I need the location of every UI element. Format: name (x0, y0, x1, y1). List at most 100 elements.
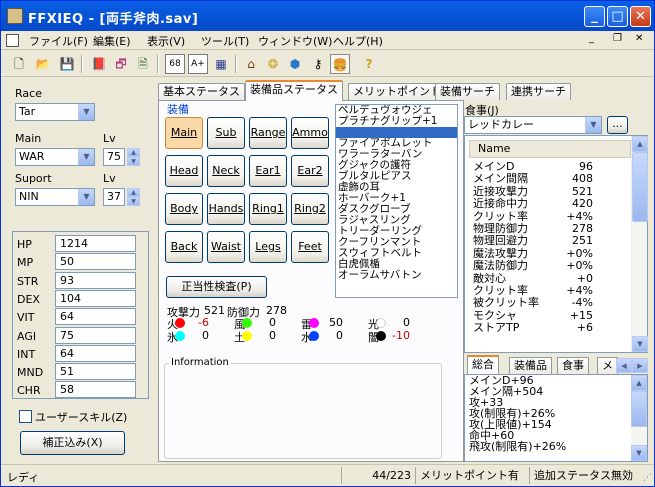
equipment-list[interactable]: ペルデュヴォウジェ プラチナグリップ+1 ファイアボムレット ワラーラターバン グジャク… (335, 104, 458, 298)
subtab-summary[interactable]: 総合 (467, 355, 499, 375)
equipment-list-item[interactable]: オーラムサバトン (336, 270, 457, 281)
main-lv-input[interactable]: 75 (103, 148, 125, 166)
food-stat-row[interactable]: 魔法攻撃力 +0% (473, 247, 631, 260)
food-stat-row[interactable]: 魔法防御力 +0% (473, 260, 631, 272)
export-icon[interactable]: 🗎 (133, 54, 153, 74)
user-skill-checkbox[interactable] (19, 410, 32, 423)
book-icon[interactable]: 📕 (89, 54, 109, 74)
tab-skillchain-search[interactable]: 連携サーチ (506, 83, 571, 100)
house-icon[interactable]: ⌂ (241, 54, 261, 74)
maximize-button[interactable]: □ (607, 6, 628, 27)
name-column-header[interactable]: Name (469, 140, 631, 158)
slot-hands-button[interactable]: Hands (207, 193, 245, 225)
chevron-down-icon[interactable]: ▼ (78, 189, 94, 205)
slot-head-button[interactable]: Head (165, 155, 203, 187)
scroll-thumb[interactable] (631, 391, 647, 427)
food-stat-row[interactable]: メイン間隔 408 (473, 173, 631, 185)
tab-equip-search[interactable]: 装備サーチ (435, 83, 500, 100)
slot-ammo-button[interactable]: Ammo (291, 117, 329, 149)
sub-lv-input[interactable]: 37 (103, 188, 125, 206)
a-plus-button[interactable]: A+ (188, 54, 208, 74)
new-file-icon[interactable]: 🗋 (9, 54, 29, 74)
menu-file[interactable]: ファイル(F) (29, 33, 88, 49)
slot-feet-button[interactable]: Feet (291, 231, 329, 263)
correction-button[interactable]: 補正込み(X) (20, 431, 125, 455)
slot-body-button[interactable]: Body (165, 193, 203, 225)
scroll-up-icon[interactable]: ▲ (632, 136, 648, 152)
slot-legs-button[interactable]: Legs (249, 231, 287, 263)
compass-icon[interactable]: ❂ (263, 54, 283, 74)
scroll-thumb[interactable] (632, 152, 648, 222)
scroll-down-icon[interactable]: ▼ (632, 336, 648, 352)
scroll-up-icon[interactable]: ▲ (631, 375, 647, 391)
spin-down-icon[interactable]: ▼ (127, 197, 140, 206)
slot-neck-button[interactable]: Neck (207, 155, 245, 187)
validate-button[interactable]: 正当性検査(P) (166, 276, 267, 298)
equipment-list-item[interactable]: プラチナグリップ+1 (336, 116, 457, 127)
slot-ring1-button[interactable]: Ring1 (249, 193, 287, 225)
tab-merit-points[interactable]: メリットポイント (348, 83, 446, 100)
food-stat-row[interactable]: クリット率 +4% (473, 210, 631, 223)
sub-job-select[interactable]: NIN ▼ (15, 188, 95, 206)
mdi-minimize-icon[interactable]: _ (589, 33, 594, 44)
key-icon[interactable]: ⚷ (308, 54, 328, 74)
open-folder-icon[interactable]: 📂 (33, 54, 53, 74)
spin-down-icon[interactable]: ▼ (127, 157, 140, 166)
subtab-merit[interactable]: メ (597, 357, 618, 374)
minimize-button[interactable]: _ (584, 6, 605, 27)
food-select[interactable]: レッドカレー ▼ (464, 116, 602, 134)
food-stat-row[interactable]: ストアTP +6 (473, 322, 631, 334)
scroll-down-icon[interactable]: ▼ (631, 445, 647, 461)
menu-tools[interactable]: ツール(T) (201, 33, 249, 49)
summary-scrollbar[interactable]: ▲ ▼ (631, 375, 647, 461)
menu-view[interactable]: 表示(V) (147, 33, 185, 49)
spin-up-icon[interactable]: ▲ (127, 148, 140, 157)
chevron-down-icon[interactable]: ▼ (78, 104, 94, 120)
food-icon[interactable]: 🍔 (330, 54, 350, 74)
slot-main-button[interactable]: Main (165, 117, 203, 149)
food-stat-row[interactable]: モクシャ +15 (473, 309, 631, 322)
food-stat-row[interactable]: 近接命中力 420 (473, 198, 631, 210)
main-lv-spinner[interactable]: ▲ ▼ (127, 148, 140, 166)
spin-up-icon[interactable]: ▲ (127, 188, 140, 197)
race-select[interactable]: Tar ▼ (15, 103, 95, 121)
tab-basic-status[interactable]: 基本ステータス (158, 83, 245, 100)
food-stat-row[interactable]: 近接攻撃力 521 (473, 185, 631, 198)
subtab-equipment[interactable]: 装備品 (509, 357, 552, 374)
tab-equip-status[interactable]: 装備品ステータス (245, 80, 343, 101)
menu-edit[interactable]: 編集(E) (93, 33, 131, 49)
subtab-food[interactable]: 食事 (557, 357, 589, 374)
save-icon[interactable]: 💾 (57, 54, 77, 74)
food-stat-row[interactable]: 被クリット率 -4% (473, 297, 631, 309)
crystal-icon[interactable]: ⬢ (285, 54, 305, 74)
mdi-restore-icon[interactable]: ❐ (613, 33, 622, 44)
food-scrollbar[interactable]: ▲ ▼ (631, 136, 648, 352)
slot-ring2-button[interactable]: Ring2 (291, 193, 329, 225)
slot-waist-button[interactable]: Waist (207, 231, 245, 263)
summary-list[interactable]: メインD+96 メイン隔+504 攻+33 攻(制限有)+26% 攻(上限値)+154 命… (464, 374, 648, 462)
chevron-down-icon[interactable]: ▼ (585, 117, 601, 133)
food-stat-row[interactable]: 敵対心 +0 (473, 272, 631, 285)
menu-window[interactable]: ウィンドウ(W) (258, 33, 332, 49)
help-icon[interactable]: ? (359, 54, 379, 74)
resize-grip-icon[interactable]: ⋰ (643, 473, 652, 483)
tab-scroll-right-icon[interactable]: ▶ (632, 358, 648, 373)
slot-ear2-button[interactable]: Ear2 (291, 155, 329, 187)
food-stat-row[interactable]: 物理回避力 251 (473, 235, 631, 247)
menu-help[interactable]: ヘルプ(H) (333, 33, 383, 49)
grid-icon[interactable]: ▦ (211, 54, 231, 74)
slot-ear1-button[interactable]: Ear1 (249, 155, 287, 187)
document-menu-icon[interactable] (6, 34, 19, 47)
level68-button[interactable]: 68 (165, 54, 185, 74)
food-stat-row[interactable]: メインD 96 (473, 161, 631, 173)
title-bar[interactable]: FFXIEQ - [両手斧肉.sav] _ □ ✕ (1, 1, 654, 31)
chevron-down-icon[interactable]: ▼ (78, 149, 94, 165)
sub-lv-spinner[interactable]: ▲ ▼ (127, 188, 140, 206)
slot-sub-button[interactable]: Sub (207, 117, 245, 149)
food-more-button[interactable]: ... (607, 116, 628, 134)
main-job-select[interactable]: WAR ▼ (15, 148, 95, 166)
close-button[interactable]: ✕ (630, 6, 651, 27)
tab-scroll-left-icon[interactable]: ◀ (616, 358, 632, 373)
mdi-close-icon[interactable]: ✕ (635, 33, 643, 44)
compare-icon[interactable]: 🗗 (111, 54, 131, 74)
